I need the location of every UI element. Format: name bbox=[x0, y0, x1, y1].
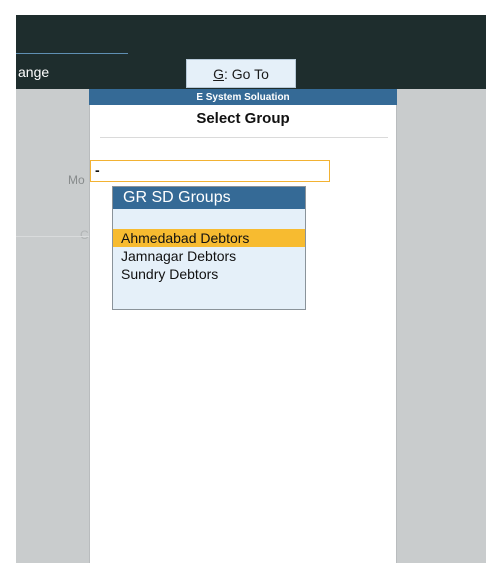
app-window: ange G: Go To E System Soluation Mo C Se… bbox=[16, 15, 486, 563]
list-header: GR SD Groups bbox=[113, 187, 305, 209]
list-item-ahmedabad-debtors[interactable]: Ahmedabad Debtors bbox=[113, 229, 305, 247]
group-list: GR SD Groups Ahmedabad Debtors Jamnagar … bbox=[112, 186, 306, 310]
title-bar-divider bbox=[16, 53, 128, 54]
list-item-sundry-debtors[interactable]: Sundry Debtors bbox=[113, 265, 305, 283]
select-group-dialog: Select Group - GR SD Groups Ahmedabad De… bbox=[89, 105, 397, 563]
background-form-right bbox=[397, 105, 486, 563]
list-item-jamnagar-debtors[interactable]: Jamnagar Debtors bbox=[113, 247, 305, 265]
title-divider bbox=[100, 137, 388, 138]
background-divider bbox=[16, 236, 89, 237]
title-bar bbox=[16, 15, 486, 59]
goto-button-label: : Go To bbox=[224, 65, 269, 82]
background-field-label: Mo bbox=[68, 173, 85, 187]
goto-shortcut-key: G bbox=[213, 65, 224, 82]
goto-button[interactable]: G: Go To bbox=[186, 59, 296, 88]
company-name-bar: E System Soluation bbox=[89, 89, 397, 105]
change-menu-item[interactable]: ange bbox=[18, 64, 49, 80]
dialog-title: Select Group bbox=[196, 110, 290, 127]
group-search-input[interactable]: - bbox=[90, 160, 330, 182]
background-field-label-2: C bbox=[80, 228, 89, 242]
